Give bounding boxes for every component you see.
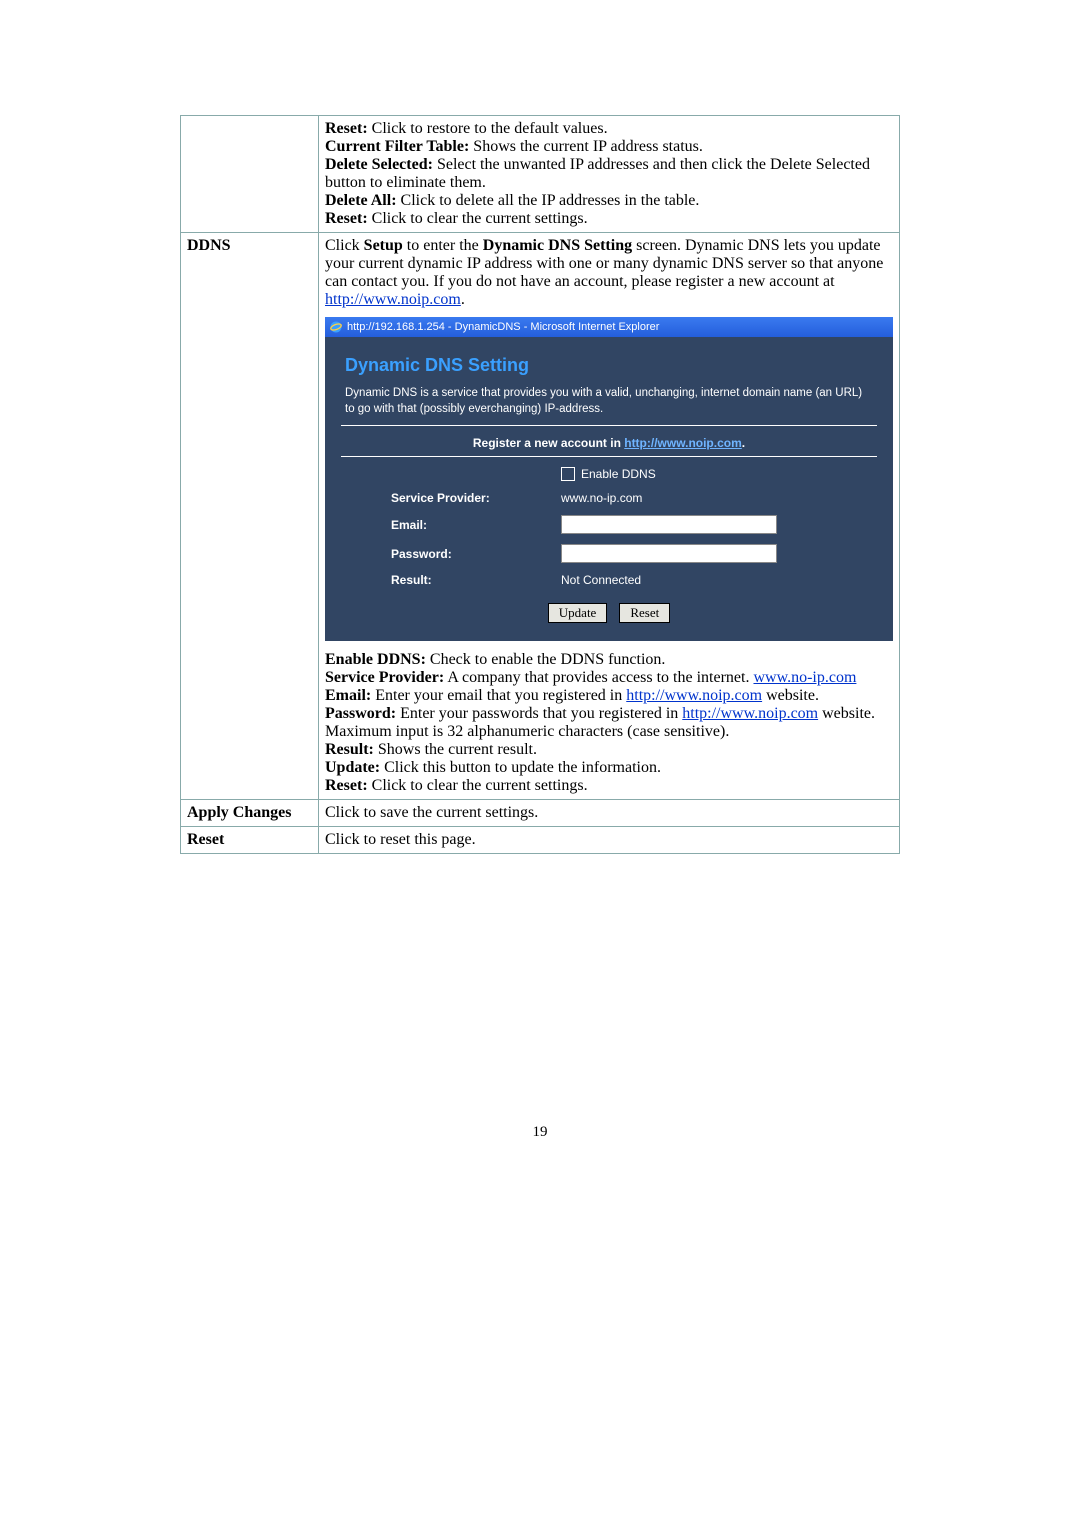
text: A company that provides access to the in… — [444, 669, 753, 686]
enable-ddns-label: Enable DDNS — [581, 467, 656, 481]
service-provider-label: Service Provider: — [391, 491, 561, 505]
row-body-ddns: Click Setup to enter the Dynamic DNS Set… — [319, 233, 900, 800]
row-label-ddns: DDNS — [181, 233, 319, 800]
password-label: Password: — [391, 547, 561, 561]
ddns-form: Enable DDNS Service Provider: www.no-ip.… — [391, 467, 877, 587]
label: Reset: — [325, 777, 368, 794]
window-title-text: http://192.168.1.254 - DynamicDNS - Micr… — [347, 321, 659, 333]
text: Click this button to update the informat… — [380, 759, 661, 776]
label: Service Provider: — [325, 669, 444, 686]
row-body-reset: Click to reset this page. — [319, 827, 900, 854]
register-link[interactable]: http://www.noip.com — [624, 436, 742, 450]
noip-link[interactable]: http://www.noip.com — [325, 291, 461, 308]
text: . — [742, 436, 745, 450]
text: Shows the current result. — [374, 741, 537, 758]
panel-buttons: Update Reset — [341, 603, 877, 623]
label: Result: — [325, 741, 374, 758]
text: to enter the — [403, 237, 483, 254]
definition-table: Reset: Click to restore to the default v… — [180, 115, 900, 854]
service-provider-value: www.no-ip.com — [561, 491, 877, 505]
label: Reset: — [325, 210, 368, 227]
enable-ddns-row: Enable DDNS — [561, 467, 877, 481]
ddns-panel: Dynamic DNS Setting Dynamic DNS is a ser… — [325, 337, 893, 641]
text: Enter your passwords that you registered… — [396, 705, 682, 722]
panel-heading: Dynamic DNS Setting — [345, 355, 877, 376]
window-titlebar: http://192.168.1.254 - DynamicDNS - Micr… — [325, 317, 893, 337]
text: . — [461, 291, 465, 308]
setup-word: Setup — [364, 237, 403, 254]
result-value: Not Connected — [561, 573, 877, 587]
page-number: 19 — [180, 1124, 900, 1141]
label: Delete All: — [325, 192, 397, 209]
ie-icon — [329, 320, 343, 334]
row-body-filter: Reset: Click to restore to the default v… — [319, 116, 900, 233]
table-row: DDNS Click Setup to enter the Dynamic DN… — [181, 233, 900, 800]
label: Current Filter Table: — [325, 138, 469, 155]
password-field[interactable] — [561, 544, 777, 563]
text: Click to clear the current settings. — [368, 777, 588, 794]
panel-description: Dynamic DNS is a service that provides y… — [345, 386, 873, 417]
label: Reset: — [325, 120, 368, 137]
result-label: Result: — [391, 573, 561, 587]
label: Password: — [325, 705, 396, 722]
row-body-apply: Click to save the current settings. — [319, 800, 900, 827]
row-label-empty — [181, 116, 319, 233]
update-button[interactable]: Update — [548, 603, 608, 623]
text: Shows the current IP address status. — [469, 138, 703, 155]
row-label-reset: Reset — [181, 827, 319, 854]
reset-button[interactable]: Reset — [619, 603, 670, 623]
text: Register a new account in — [473, 436, 624, 450]
label: Enable DDNS: — [325, 651, 426, 668]
divider — [341, 456, 877, 457]
label: Update: — [325, 759, 380, 776]
noip-link[interactable]: http://www.noip.com — [682, 705, 818, 722]
no-ip-link[interactable]: www.no-ip.com — [753, 669, 856, 686]
text: Check to enable the DDNS function. — [426, 651, 666, 668]
enable-ddns-checkbox[interactable] — [561, 467, 575, 481]
document-page: Reset: Click to restore to the default v… — [0, 0, 1080, 1201]
table-row: Reset: Click to restore to the default v… — [181, 116, 900, 233]
email-label: Email: — [391, 518, 561, 532]
text: Click to delete all the IP addresses in … — [397, 192, 700, 209]
ddns-screenshot: http://192.168.1.254 - DynamicDNS - Micr… — [325, 317, 893, 641]
text: Click to restore to the default values. — [368, 120, 608, 137]
register-line: Register a new account in http://www.noi… — [341, 436, 877, 450]
label: Email: — [325, 687, 371, 704]
dds-word: Dynamic DNS Setting — [483, 237, 632, 254]
divider — [341, 425, 877, 426]
row-label-apply: Apply Changes — [181, 800, 319, 827]
noip-link[interactable]: http://www.noip.com — [626, 687, 762, 704]
text: Enter your email that you registered in — [371, 687, 626, 704]
text: website. — [762, 687, 819, 704]
table-row: Reset Click to reset this page. — [181, 827, 900, 854]
text: Click to clear the current settings. — [368, 210, 588, 227]
text: Click — [325, 237, 364, 254]
table-row: Apply Changes Click to save the current … — [181, 800, 900, 827]
label: Delete Selected: — [325, 156, 433, 173]
email-field[interactable] — [561, 515, 777, 534]
